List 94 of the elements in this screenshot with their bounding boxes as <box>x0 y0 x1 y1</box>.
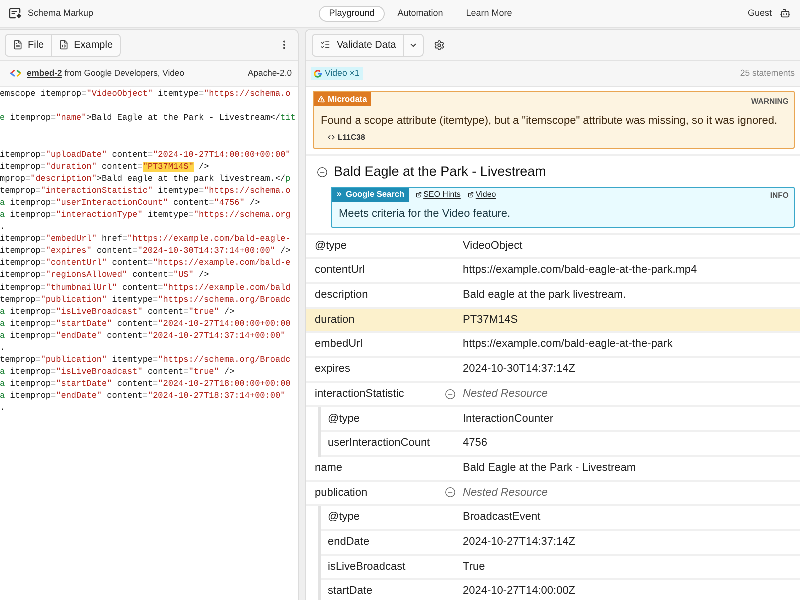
property-value: BroadcastEvent <box>463 510 541 526</box>
code-line: itemprop="embedUrl" href="https://example.com/bald-eagle- <box>0 233 291 246</box>
code-line: . <box>0 342 6 354</box>
property-value: https://example.com/bald-eagle-at-the-park.mp4 <box>463 263 698 278</box>
property-name: userInteractionCount <box>328 436 432 452</box>
message-text: Meets criteria for the Video feature. <box>338 206 512 221</box>
property-value: PT37M14S <box>463 312 518 328</box>
code-line: a itemprop="userInteractionCount" content="4756" /> <box>0 196 260 209</box>
minus-circle-icon[interactable] <box>317 167 328 178</box>
source-link[interactable]: embed-2 <box>27 68 62 78</box>
property-name: endDate <box>328 534 371 550</box>
code-line: itemprop="uploadDate" content="2024-10-27T14:00:00+00:00" <box>0 148 291 161</box>
code-line: mprop="description">Bald eagle at the park livestream.</p <box>0 172 291 185</box>
g-logo-icon <box>314 70 322 78</box>
source-label: Google Search <box>346 188 405 201</box>
nested-resource-label: Nested Resource <box>463 486 548 501</box>
property-name: interactionStatistic <box>315 386 406 402</box>
property-value: Bald eagle at the park livestream. <box>463 288 626 304</box>
code-brackets-icon <box>10 70 22 77</box>
code-line: itemprop="contentUrl" content="https://example.com/bald-e <box>0 257 291 270</box>
property-value: 4756 <box>463 436 488 452</box>
document-icon <box>13 40 23 50</box>
double-chevron-icon <box>336 191 343 198</box>
code-line: a itemprop="interactionType" itemtype="https://schema.org <box>0 208 291 221</box>
toolbar-button[interactable]: File <box>6 34 52 56</box>
nested-resource-label: Nested Resource <box>463 386 548 402</box>
property-name: publication <box>315 486 369 501</box>
robot-icon[interactable] <box>780 8 791 19</box>
code-line: temprop="publication" itemtype="https://schema.org/Broadc <box>0 354 291 366</box>
code-line: temprop="publication" itemtype="https://schema.org/Broadc <box>0 294 291 306</box>
settings-button[interactable] <box>434 40 446 50</box>
property-name: expires <box>315 362 352 378</box>
user-name: Guest <box>748 6 772 20</box>
external-link-icon <box>468 192 474 198</box>
property-name: embedUrl <box>315 337 364 352</box>
property-name: duration <box>315 312 356 328</box>
external-link[interactable]: SEO Hints <box>416 188 461 201</box>
property-value: 2024-10-30T14:37:14Z <box>463 362 576 378</box>
checklist-icon <box>320 40 331 50</box>
property-name: name <box>315 460 344 476</box>
property-name: description <box>315 288 370 304</box>
property-value: 2024-10-27T14:00:00Z <box>463 584 576 600</box>
external-link-icon <box>416 192 422 198</box>
toolbar-button[interactable]: Example <box>51 34 120 56</box>
code-line: e itemprop="name">Bald Eagle at the Park - Livestream</tit <box>0 112 296 124</box>
source-label: Microdata <box>328 92 368 106</box>
license-label: Apache-2.0 <box>248 67 292 80</box>
nav-tab[interactable]: Automation <box>388 6 454 22</box>
code-line: a itemprop="startDate" content="2024-10-27T14:00:00+00:00 <box>0 318 291 330</box>
settings-icon <box>434 40 446 50</box>
property-name: contentUrl <box>315 263 366 278</box>
code-line: itemprop="expires" content="2024-10-30T14:37:14+00:00" /> <box>0 245 291 258</box>
code-line: a itemprop="isLiveBroadcast" content="true" /> <box>0 366 235 378</box>
property-name: @type <box>328 412 361 427</box>
property-value: https://example.com/bald-eagle-at-the-park <box>463 337 673 352</box>
property-row[interactable]: duration PT37M14S <box>306 308 800 334</box>
property-value: 2024-10-27T14:37:14Z <box>463 534 576 550</box>
code-line: a itemprop="endDate" content="2024-10-27T14:37:14+00:00" <box>0 330 286 342</box>
property-value: Bald Eagle at the Park - Livestream <box>463 460 636 476</box>
nav-tab[interactable]: Learn More <box>456 6 522 22</box>
statement-count: 25 statements <box>740 66 795 80</box>
nav-tab[interactable]: Playground <box>319 6 385 22</box>
property-row[interactable]: isLiveBroadcast True <box>321 556 800 580</box>
code-icon <box>328 134 335 142</box>
property-name: isLiveBroadcast <box>328 560 407 575</box>
property-row[interactable]: publication Nested Resource <box>306 482 800 506</box>
code-line: a itemprop="isLiveBroadcast" content="true" /> <box>0 306 235 318</box>
code-line: . <box>0 221 6 234</box>
property-value: VideoObject <box>463 238 523 254</box>
warning-icon <box>318 96 325 102</box>
property-row[interactable]: @type VideoObject <box>306 234 800 260</box>
document-icon <box>59 40 70 50</box>
message-text: Found a scope attribute (itemtype), but a "itemscope" attribute was missing, so it was ignored. <box>320 114 779 128</box>
app-title: Schema Markup <box>28 6 94 20</box>
minus-circle-icon[interactable] <box>445 388 456 400</box>
code-line: a itemprop="endDate" content="2024-10-27T18:37:14+00:00" <box>0 390 286 402</box>
property-name: @type <box>315 238 348 254</box>
item-title: Bald Eagle at the Park - Livestream <box>334 163 546 182</box>
code-line: itemprop="duration" content="PT37M14S" /> <box>0 160 210 173</box>
document-sparkle-icon <box>9 8 22 19</box>
code-line: . <box>0 402 6 414</box>
code-line: emscope itemprop="VideoObject" itemtype="https://schema.o <box>0 88 291 100</box>
minus-circle-icon[interactable] <box>445 487 456 498</box>
code-line: temprop="interactionStatistic" itemtype="https://schema.o <box>0 184 291 197</box>
property-name: startDate <box>328 584 374 600</box>
code-line: itemprop="thumbnailUrl" content="https://example.com/bald <box>0 282 291 294</box>
property-name: @type <box>328 510 361 526</box>
source-caption: embed-2 from Google Developers, Video <box>27 67 184 80</box>
code-line: itemprop="regionsAllowed" content="US" /> <box>0 269 210 282</box>
property-value: InteractionCounter <box>463 412 554 427</box>
external-link[interactable]: Video <box>468 188 496 201</box>
property-value: True <box>463 560 486 575</box>
filter-chip[interactable]: Video ×1 <box>311 67 363 80</box>
code-line: a itemprop="startDate" content="2024-10-27T18:00:00+00:00 <box>0 378 291 390</box>
